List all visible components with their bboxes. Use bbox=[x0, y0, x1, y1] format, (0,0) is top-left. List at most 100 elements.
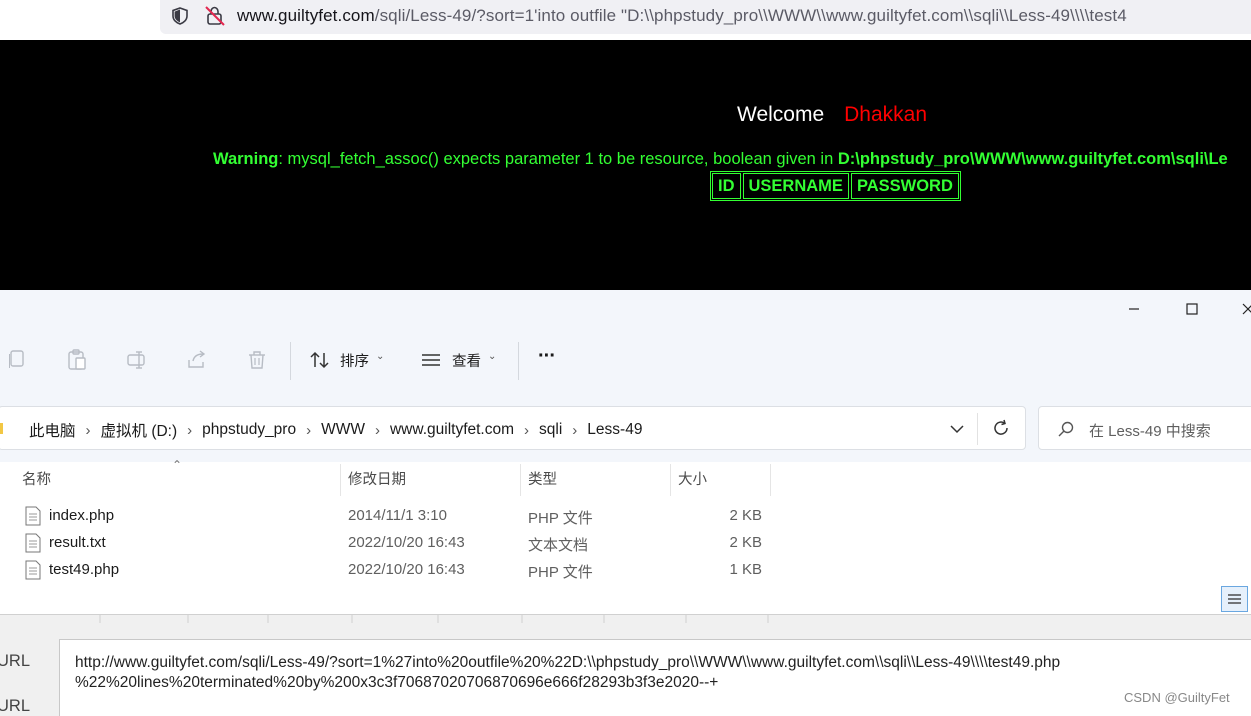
close-icon bbox=[1242, 303, 1251, 315]
close-button[interactable] bbox=[1236, 298, 1251, 320]
view-button[interactable]: 查看 ⌄ bbox=[420, 328, 510, 394]
table-header-username: USERNAME bbox=[742, 173, 849, 199]
table-header-id: ID bbox=[712, 173, 741, 199]
breadcrumb-this-pc[interactable]: 此电脑 bbox=[29, 419, 76, 441]
url-line: http://www.guiltyfet.com/sqli/Less-49/?s… bbox=[75, 654, 1061, 671]
file-explorer-window: 排序 ⌄ 查看 ⌄ ··· 此电脑 › 虚拟机 (D:) › phpstudy_… bbox=[0, 290, 1251, 614]
breadcrumb[interactable]: 此电脑 › 虚拟机 (D:) › phpstudy_pro › WWW › ww… bbox=[0, 406, 1026, 450]
file-type: PHP 文件 bbox=[528, 510, 593, 527]
file-row[interactable]: test49.php 2022/10/20 16:43 PHP 文件 1 KB bbox=[0, 557, 1251, 584]
breadcrumb-site[interactable]: www.guiltyfet.com bbox=[390, 421, 514, 439]
warning-label: Warning bbox=[213, 150, 279, 168]
php-warning: Warning: mysql_fetch_assoc() expects par… bbox=[213, 150, 1228, 169]
column-divider[interactable] bbox=[340, 464, 341, 496]
column-header-name[interactable]: 名称 bbox=[22, 462, 51, 498]
url-value: http://www.guiltyfet.com/sqli/Less-49/?s… bbox=[75, 653, 1195, 693]
view-label: 查看 bbox=[452, 354, 481, 370]
url-tool-panel: URL URL http://www.guiltyfet.com/sqli/Le… bbox=[0, 614, 1251, 716]
minimize-button[interactable] bbox=[1122, 298, 1146, 320]
welcome-username: Dhakkan bbox=[844, 103, 928, 126]
file-name: test49.php bbox=[49, 561, 120, 578]
delete-icon[interactable] bbox=[245, 348, 269, 372]
sort-label: 排序 bbox=[340, 354, 369, 370]
divider bbox=[977, 413, 978, 445]
url-label: URL bbox=[0, 652, 31, 670]
refresh-icon[interactable] bbox=[991, 418, 1011, 438]
file-date: 2022/10/20 16:43 bbox=[348, 534, 465, 551]
maximize-button[interactable] bbox=[1180, 298, 1204, 320]
file-icon bbox=[25, 560, 41, 580]
file-size: 1 KB bbox=[729, 561, 762, 578]
chevron-right-icon[interactable]: › bbox=[187, 422, 192, 439]
file-name: index.php bbox=[49, 507, 115, 524]
welcome-text: Welcome bbox=[737, 103, 825, 126]
panel-column-ticks bbox=[99, 615, 769, 623]
file-size: 2 KB bbox=[729, 507, 762, 524]
navigation-row: 此电脑 › 虚拟机 (D:) › phpstudy_pro › WWW › ww… bbox=[0, 394, 1251, 462]
details-view-icon bbox=[1228, 594, 1241, 604]
command-bar: 排序 ⌄ 查看 ⌄ ··· bbox=[0, 328, 1251, 394]
maximize-icon bbox=[1186, 303, 1198, 315]
chevron-right-icon[interactable]: › bbox=[572, 422, 577, 439]
breadcrumb-sqli[interactable]: sqli bbox=[539, 421, 562, 439]
details-view-toggle[interactable] bbox=[1221, 586, 1248, 612]
column-header-size[interactable]: 大小 bbox=[678, 462, 707, 498]
breadcrumb-phpstudy[interactable]: phpstudy_pro bbox=[202, 421, 296, 439]
folder-icon bbox=[0, 423, 3, 434]
url-line: %22%20lines%20terminated%20by%200x3c3f70… bbox=[75, 674, 719, 691]
view-list-icon bbox=[422, 354, 440, 366]
url-host: www.guiltyfet.com bbox=[237, 6, 375, 25]
breadcrumb-less49[interactable]: Less-49 bbox=[587, 421, 642, 439]
file-size: 2 KB bbox=[729, 534, 762, 551]
chevron-down-icon: ⌄ bbox=[376, 351, 385, 362]
minimize-icon bbox=[1129, 308, 1139, 310]
webpage-content: Welcome Dhakkan Warning: mysql_fetch_asso… bbox=[0, 40, 1251, 290]
rename-icon[interactable] bbox=[125, 348, 149, 372]
shield-icon[interactable] bbox=[170, 6, 190, 26]
sort-ascending-icon: ⌃ bbox=[172, 458, 183, 472]
search-placeholder: 在 Less-49 中搜索 bbox=[1089, 423, 1211, 440]
search-icon bbox=[1058, 421, 1074, 437]
file-type: 文本文档 bbox=[528, 537, 589, 554]
chevron-right-icon[interactable]: › bbox=[306, 422, 311, 439]
toolbar-divider bbox=[290, 342, 291, 380]
window-titlebar bbox=[0, 290, 1251, 328]
column-divider[interactable] bbox=[770, 464, 771, 496]
column-divider[interactable] bbox=[520, 464, 521, 496]
table-header-password: PASSWORD bbox=[850, 173, 959, 199]
warning-message: : mysql_fetch_assoc() expects parameter … bbox=[278, 150, 838, 168]
chevron-down-icon: ⌄ bbox=[488, 351, 497, 362]
search-input[interactable]: 在 Less-49 中搜索 bbox=[1038, 406, 1251, 450]
column-header-type[interactable]: 类型 bbox=[528, 462, 557, 498]
file-icon bbox=[25, 506, 41, 526]
file-row[interactable]: index.php 2014/11/1 3:10 PHP 文件 2 KB bbox=[0, 503, 1251, 530]
url-path: /sqli/Less-49/?sort=1'into outfile "D:\\… bbox=[374, 6, 1127, 25]
file-type: PHP 文件 bbox=[528, 564, 593, 581]
file-row[interactable]: result.txt 2022/10/20 16:43 文本文档 2 KB bbox=[0, 530, 1251, 557]
file-name: result.txt bbox=[49, 534, 106, 551]
sort-icon bbox=[310, 351, 329, 369]
breadcrumb-items: 此电脑 › 虚拟机 (D:) › phpstudy_pro › WWW › ww… bbox=[29, 419, 642, 441]
chevron-right-icon[interactable]: › bbox=[375, 422, 380, 439]
chevron-right-icon[interactable]: › bbox=[86, 422, 91, 439]
share-icon[interactable] bbox=[185, 348, 209, 372]
warning-path: D:\phpstudy_pro\WWW\www.guiltyfet.com\sq… bbox=[837, 150, 1228, 168]
breadcrumb-drive-d[interactable]: 虚拟机 (D:) bbox=[101, 419, 178, 441]
file-icon bbox=[25, 533, 41, 553]
chevron-down-icon[interactable] bbox=[949, 421, 965, 437]
url-label: URL bbox=[0, 697, 31, 715]
copy-icon[interactable] bbox=[5, 348, 29, 372]
sort-button[interactable]: 排序 ⌄ bbox=[306, 328, 396, 394]
more-options-button[interactable]: ··· bbox=[538, 345, 556, 368]
insecure-lock-icon[interactable] bbox=[204, 5, 226, 27]
welcome-line: Welcome Dhakkan bbox=[737, 103, 927, 127]
breadcrumb-www[interactable]: WWW bbox=[321, 421, 365, 439]
watermark-text: CSDN @GuiltyFet bbox=[1124, 690, 1230, 705]
url-textarea[interactable]: http://www.guiltyfet.com/sqli/Less-49/?s… bbox=[59, 639, 1251, 716]
url-text[interactable]: www.guiltyfet.com/sqli/Less-49/?sort=1'i… bbox=[237, 6, 1127, 26]
file-date: 2022/10/20 16:43 bbox=[348, 561, 465, 578]
paste-icon[interactable] bbox=[65, 348, 89, 372]
column-header-date[interactable]: 修改日期 bbox=[348, 462, 406, 498]
column-divider[interactable] bbox=[670, 464, 671, 496]
chevron-right-icon[interactable]: › bbox=[524, 422, 529, 439]
